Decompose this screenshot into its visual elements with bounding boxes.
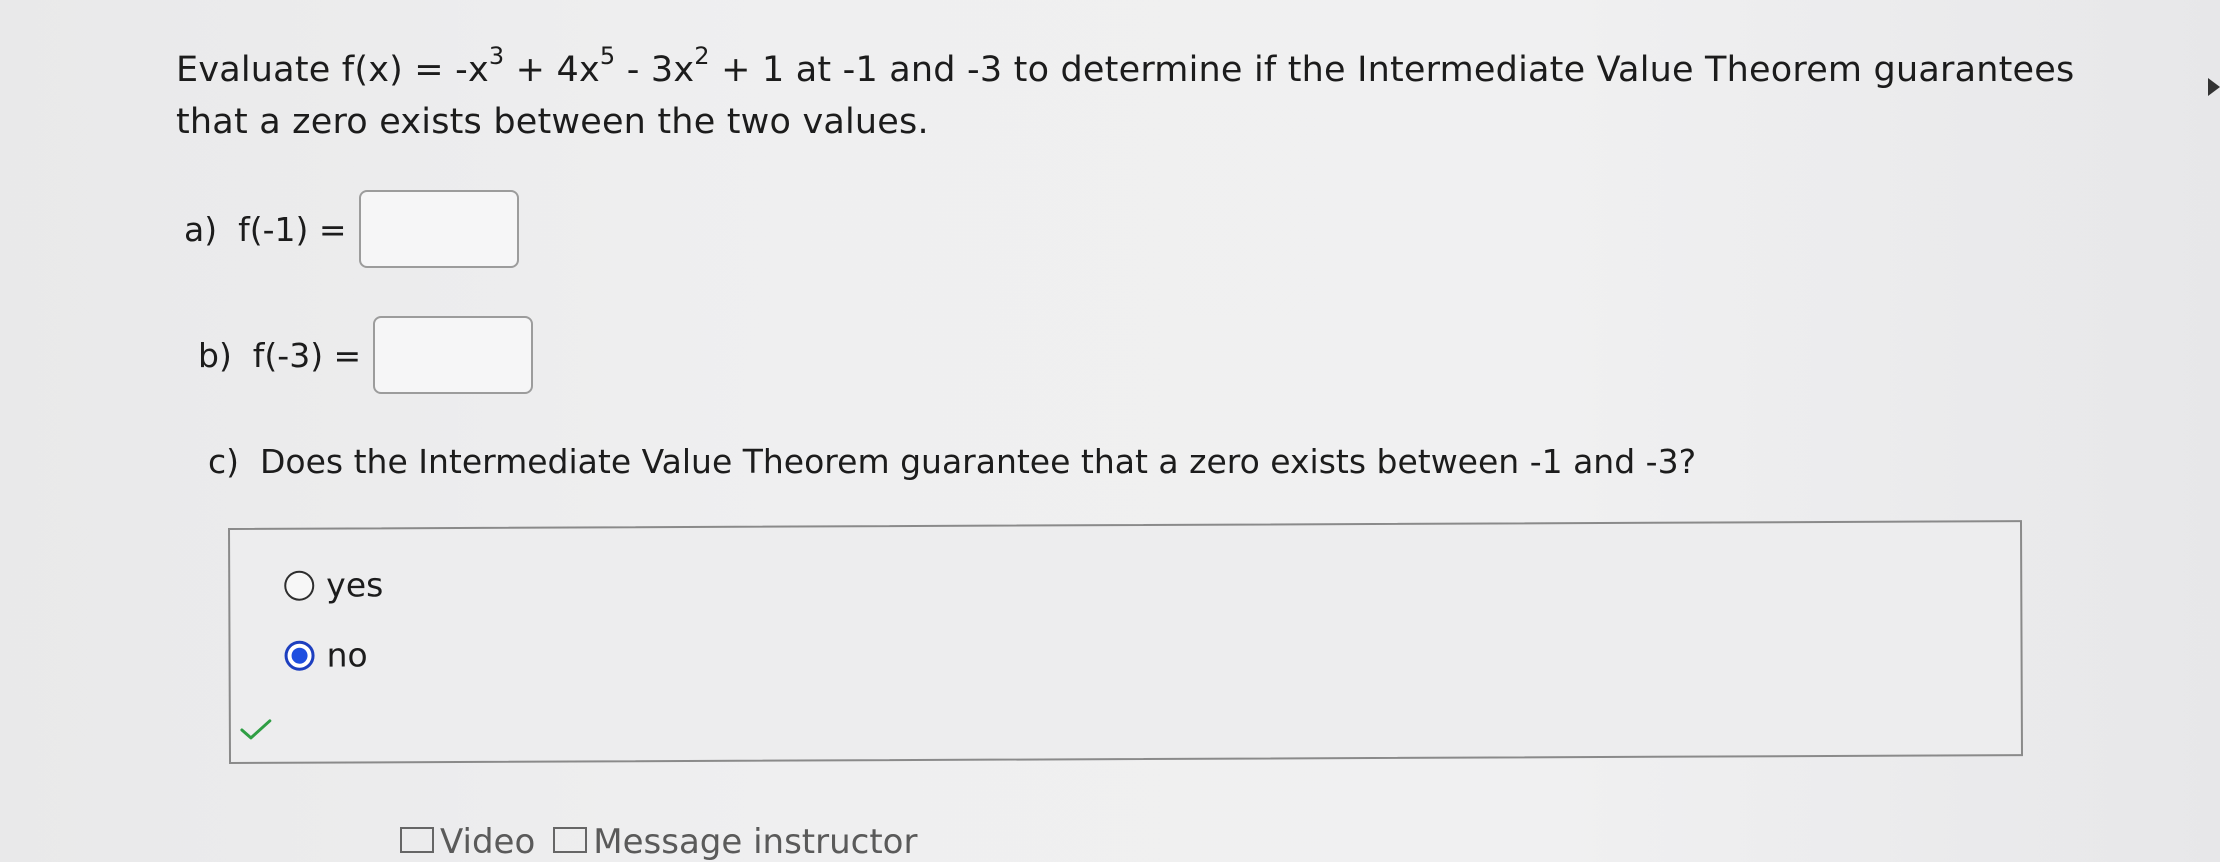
question-prompt: Evaluate f(x) = -x3 + 4x5 - 3x2 + 1 at -… [176, 42, 2075, 142]
video-icon [400, 827, 434, 853]
choice-no[interactable]: no [284, 635, 368, 675]
f-neg1-answer-input[interactable] [358, 190, 519, 268]
part-c-question: c) Does the Intermediate Value Theorem g… [208, 442, 1697, 481]
yes-label: yes [326, 565, 384, 605]
checkmark-icon [240, 719, 272, 740]
ivt-choice-panel: yes no [228, 520, 2024, 764]
part-b: b) f(-3) = [198, 316, 534, 394]
part-a: a) f(-1) = [184, 190, 519, 268]
collapse-arrow-icon[interactable] [2208, 78, 2220, 96]
video-link[interactable]: Video [400, 822, 535, 862]
part-a-label: a) f(-1) = [184, 209, 347, 249]
mail-icon [553, 827, 588, 853]
f-neg3-answer-input[interactable] [373, 316, 534, 394]
choice-yes[interactable]: yes [284, 565, 384, 605]
yes-radio[interactable] [284, 570, 315, 601]
part-b-label: b) f(-3) = [198, 335, 362, 375]
message-instructor-link[interactable]: Message instructor [553, 822, 917, 862]
footer-links: Video Message instructor [400, 822, 917, 862]
no-label: no [326, 635, 368, 675]
no-radio[interactable] [284, 640, 315, 671]
part-c: c) Does the Intermediate Value Theorem g… [208, 442, 1696, 481]
